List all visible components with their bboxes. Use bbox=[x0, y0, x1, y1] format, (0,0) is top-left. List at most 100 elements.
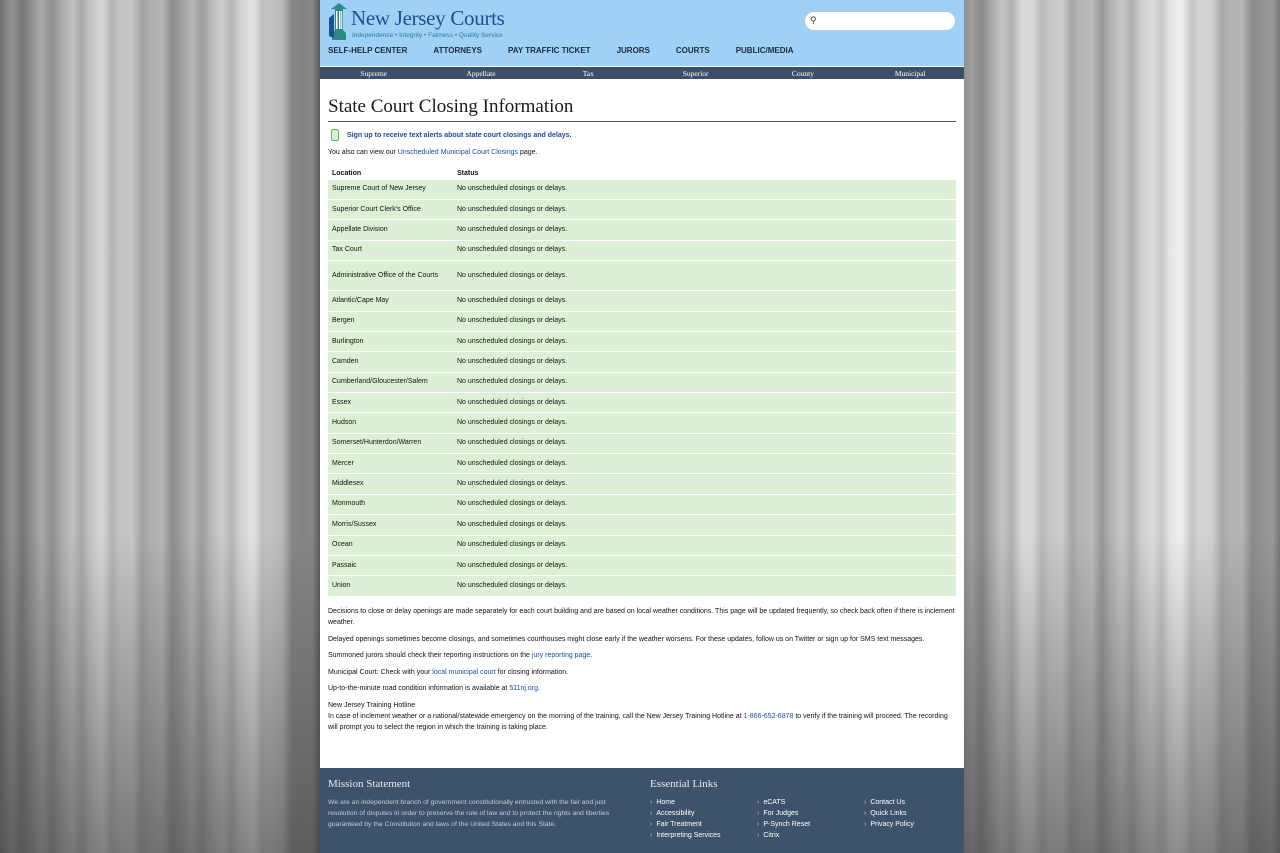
table-row: Middlesex No unscheduled closings or dela… bbox=[328, 473, 956, 495]
chevron-right-icon: › bbox=[650, 799, 653, 806]
table-row: Passaic No unscheduled closings or delays… bbox=[328, 554, 956, 576]
municipal-closings-line: You also can view our Unscheduled Munici… bbox=[328, 147, 956, 158]
footer-link-citrix[interactable]: › Citrix bbox=[757, 830, 864, 841]
footer-link-accessibility[interactable]: › Accessibility bbox=[650, 808, 757, 819]
site-header: New Jersey Courts Independence • Integri… bbox=[320, 0, 964, 66]
table-row: Tax Court No unscheduled closings or dela… bbox=[328, 239, 956, 261]
footer-link-p-synch-reset[interactable]: › P-Synch Reset bbox=[757, 819, 864, 830]
main-content: State Court Closing Information Sign up … bbox=[320, 96, 964, 733]
court-logo-icon bbox=[329, 3, 347, 40]
footer-link-privacy-policy[interactable]: › Privacy Policy bbox=[864, 819, 964, 830]
table-row: Hudson No unscheduled closings or delays. bbox=[328, 412, 956, 434]
hotline-title: New Jersey Training Hotline bbox=[328, 701, 416, 709]
table-row: Camden No unscheduled closings or delays. bbox=[328, 351, 956, 373]
location-cell: Monmouth bbox=[328, 493, 453, 515]
note-road-conditions: Up-to-the-minute road condition informat… bbox=[328, 683, 956, 694]
subnav-county[interactable]: County bbox=[749, 67, 856, 79]
status-cell: No unscheduled closings or delays. bbox=[453, 453, 956, 474]
footer-link-contact-us[interactable]: › Contact Us bbox=[864, 797, 964, 808]
nav-courts[interactable]: COURTS bbox=[676, 46, 710, 55]
subnav-tax[interactable]: Tax bbox=[535, 67, 642, 79]
footer-link-label: eCATS bbox=[763, 799, 786, 806]
page-container: New Jersey Courts Independence • Integri… bbox=[320, 0, 964, 853]
location-cell: Superior Court Clerk's Office bbox=[328, 198, 453, 220]
note-jurors-prefix: Summoned jurors should check their repor… bbox=[328, 652, 532, 660]
footer-link-ecats[interactable]: › eCATS bbox=[757, 797, 864, 808]
chevron-right-icon: › bbox=[864, 810, 867, 817]
nav-public-media[interactable]: PUBLIC/MEDIA bbox=[736, 46, 794, 55]
table-row: Somerset/Hunterdon/Warren No unscheduled … bbox=[328, 432, 956, 454]
note-training-hotline: New Jersey Training Hotline In case of in… bbox=[328, 700, 956, 733]
footer-link-for-judges[interactable]: › For Judges bbox=[757, 808, 864, 819]
location-cell: Passaic bbox=[328, 554, 453, 576]
location-cell: Mercer bbox=[328, 453, 453, 474]
status-cell: No unscheduled closings or delays. bbox=[453, 432, 956, 454]
status-cell: No unscheduled closings or delays. bbox=[453, 493, 956, 515]
nav-attorneys[interactable]: ATTORNEYS bbox=[433, 46, 482, 55]
subnav-appellate[interactable]: Appellate bbox=[427, 67, 534, 79]
court-subnav: Supreme Appellate Tax Superior County Mu… bbox=[320, 67, 964, 79]
footer-link-label: Interpreting Services bbox=[656, 832, 721, 839]
mission-title: Mission Statement bbox=[328, 778, 411, 790]
footer-link-label: P-Synch Reset bbox=[763, 821, 811, 828]
hotline-phone-link[interactable]: 1-866-652-6878 bbox=[744, 713, 794, 720]
essential-links: › Home › eCATS › Contact Us › Accessibility … bbox=[650, 797, 964, 841]
brand-name: New Jersey Courts bbox=[351, 6, 505, 30]
column-header-location: Location bbox=[332, 169, 362, 177]
note-decisions: Decisions to close or delay openings are… bbox=[328, 608, 955, 627]
location-cell: Administrative Office of the Courts bbox=[328, 259, 453, 291]
511nj-link[interactable]: 511nj.org bbox=[509, 685, 538, 692]
footer-link-label: For Judges bbox=[763, 810, 799, 817]
closings-table: Location Status Supreme Court of New Jer… bbox=[328, 168, 956, 597]
local-municipal-court-link[interactable]: local municipal court bbox=[432, 669, 495, 676]
nav-self-help-center[interactable]: SELF-HELP CENTER bbox=[328, 46, 407, 55]
note-municipal-suffix: for closing information. bbox=[495, 668, 569, 676]
table-row: Atlantic/Cape May No unscheduled closings… bbox=[328, 290, 956, 312]
footer-link-label: Fair Treatment bbox=[656, 821, 702, 828]
page-title: State Court Closing Information bbox=[328, 96, 956, 122]
hotline-prefix: In case of inclement weather or a nation… bbox=[328, 712, 744, 720]
footer-link-fair-treatment[interactable]: › Fair Treatment bbox=[650, 819, 757, 830]
footer-link-home[interactable]: › Home bbox=[650, 797, 757, 808]
search-box[interactable]: ⚲ bbox=[804, 11, 956, 31]
location-cell: Cumberland/Gloucester/Salem bbox=[328, 371, 453, 393]
table-row: Essex No unscheduled closings or delays. bbox=[328, 392, 956, 413]
closing-notes: Decisions to close or delay openings are… bbox=[328, 606, 956, 733]
jury-reporting-link[interactable]: jury reporting page bbox=[532, 652, 590, 659]
subnav-supreme[interactable]: Supreme bbox=[320, 67, 427, 79]
chevron-right-icon: › bbox=[650, 821, 653, 828]
search-input[interactable] bbox=[825, 14, 951, 28]
chevron-right-icon: › bbox=[650, 832, 653, 839]
status-cell: No unscheduled closings or delays. bbox=[453, 392, 956, 413]
subnav-municipal[interactable]: Municipal bbox=[857, 67, 964, 79]
note-municipal: Municipal Court: Check with your local m… bbox=[328, 667, 956, 678]
footer-link-interpreting-services[interactable]: › Interpreting Services bbox=[650, 830, 757, 841]
status-cell: No unscheduled closings or delays. bbox=[453, 239, 956, 261]
nav-pay-traffic-ticket[interactable]: PAY TRAFFIC TICKET bbox=[508, 46, 591, 55]
status-cell: No unscheduled closings or delays. bbox=[453, 310, 956, 332]
municipal-closings-link[interactable]: Unscheduled Municipal Court Closings bbox=[398, 149, 518, 156]
location-cell: Union bbox=[328, 575, 453, 597]
subnav-superior[interactable]: Superior bbox=[642, 67, 749, 79]
table-row: Union No unscheduled closings or delays. bbox=[328, 575, 956, 597]
footer-link-label: Quick Links bbox=[870, 810, 907, 817]
table-row: Appellate Division No unscheduled closing… bbox=[328, 219, 956, 241]
text-alert-link[interactable]: Sign up to receive text alerts about sta… bbox=[347, 132, 571, 139]
chevron-right-icon: › bbox=[757, 832, 760, 839]
location-cell: Hudson bbox=[328, 412, 453, 434]
search-icon[interactable]: ⚲ bbox=[810, 15, 817, 26]
nav-jurors[interactable]: JURORS bbox=[617, 46, 650, 55]
location-cell: Morris/Sussex bbox=[328, 514, 453, 535]
status-cell: No unscheduled closings or delays. bbox=[453, 198, 956, 220]
location-cell: Camden bbox=[328, 351, 453, 373]
mobile-phone-icon bbox=[331, 129, 339, 141]
note-jurors: Summoned jurors should check their repor… bbox=[328, 650, 956, 661]
status-cell: No unscheduled closings or delays. bbox=[453, 371, 956, 393]
text-alert-signup: Sign up to receive text alerts about sta… bbox=[328, 128, 956, 142]
table-row: Supreme Court of New Jersey No unschedule… bbox=[328, 178, 956, 200]
footer-link-quick-links[interactable]: › Quick Links bbox=[864, 808, 964, 819]
location-cell: Bergen bbox=[328, 310, 453, 332]
essential-links-title: Essential Links bbox=[650, 778, 718, 790]
status-cell: No unscheduled closings or delays. bbox=[453, 331, 956, 352]
site-logo[interactable]: New Jersey Courts Independence • Integri… bbox=[328, 2, 505, 42]
